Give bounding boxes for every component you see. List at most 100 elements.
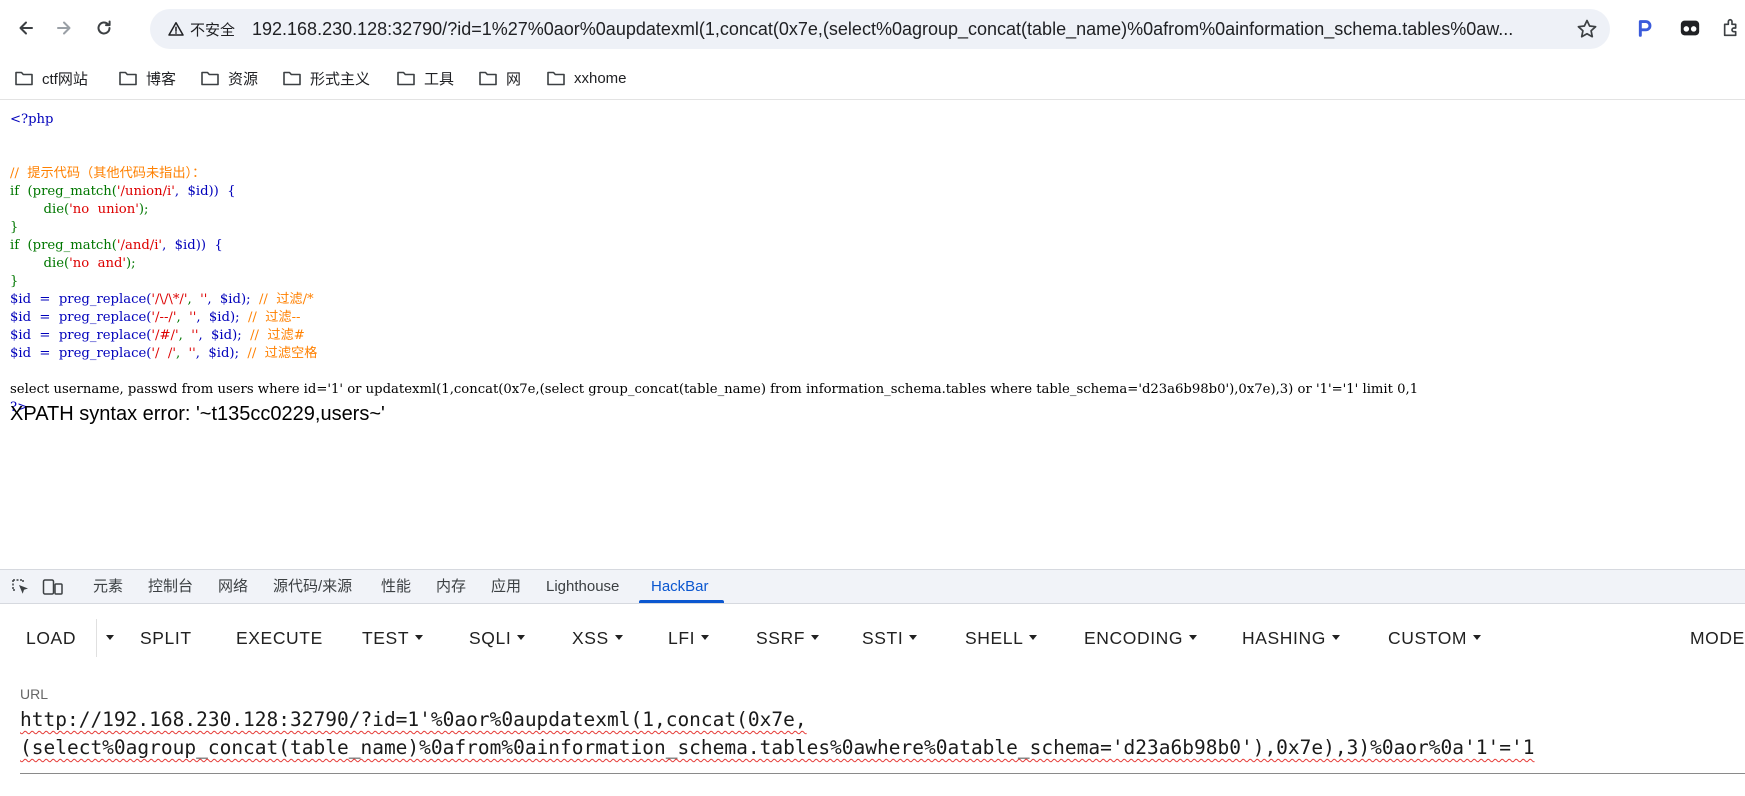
- folder-icon: [119, 71, 137, 86]
- lfi-label: LFI: [668, 628, 696, 648]
- active-tab-indicator: [639, 600, 724, 603]
- tab-elements[interactable]: 元素: [93, 570, 123, 604]
- ssrf-label: SSRF: [756, 628, 806, 648]
- address-text[interactable]: 192.168.230.128:32790/?id=1%27%0aor%0aup…: [252, 9, 1542, 49]
- shell-menu[interactable]: SHELL: [965, 625, 1038, 651]
- code-replace: $id = preg_replace(: [10, 292, 152, 307]
- extension-glasses-icon[interactable]: [1678, 16, 1702, 40]
- bookmark-folder[interactable]: 网: [478, 66, 521, 90]
- address-bar[interactable]: 不安全 192.168.230.128:32790/?id=1%27%0aor%…: [150, 9, 1610, 49]
- folder-icon: [547, 71, 565, 86]
- reload-button[interactable]: [86, 10, 122, 46]
- load-options-dropdown[interactable]: [100, 625, 114, 651]
- execute-button[interactable]: EXECUTE: [236, 625, 323, 651]
- tab-lighthouse[interactable]: Lighthouse: [546, 570, 619, 604]
- code-vars: , $id);: [195, 346, 248, 361]
- caret-down-icon: [1331, 634, 1340, 640]
- encoding-menu[interactable]: ENCODING: [1084, 625, 1198, 651]
- lfi-menu[interactable]: LFI: [668, 625, 710, 651]
- xss-label: XSS: [572, 628, 609, 648]
- code-replace: $id = preg_replace(: [10, 328, 152, 343]
- code-replace: $id = preg_replace(: [10, 346, 152, 361]
- folder-icon: [479, 71, 497, 86]
- inspect-element-icon[interactable]: [10, 577, 32, 597]
- execute-label: EXECUTE: [236, 628, 323, 648]
- code-replace: $id = preg_replace(: [10, 310, 152, 325]
- code-comment: // 过滤#: [250, 328, 305, 343]
- code-punct: ,: [175, 346, 189, 361]
- bookmark-star-icon[interactable]: [1576, 18, 1598, 40]
- device-toolbar-icon[interactable]: [42, 577, 64, 597]
- bookmark-label: ctf网站: [42, 70, 88, 88]
- test-menu[interactable]: TEST: [362, 625, 424, 651]
- back-button[interactable]: [8, 10, 44, 46]
- extension-p-icon[interactable]: [1632, 16, 1656, 40]
- tab-network[interactable]: 网络: [218, 570, 248, 604]
- code-brace: }: [10, 220, 19, 235]
- bookmark-label: xxhome: [574, 69, 627, 87]
- caret-down-icon: [415, 634, 424, 640]
- load-split-divider: [96, 619, 97, 657]
- caret-down-icon: [517, 634, 526, 640]
- forward-button[interactable]: [46, 10, 82, 46]
- bookmark-folder[interactable]: 博客: [118, 66, 176, 90]
- custom-menu[interactable]: CUSTOM: [1388, 625, 1482, 651]
- tab-hackbar[interactable]: HackBar: [651, 570, 709, 604]
- bookmark-label: 工具: [424, 70, 455, 88]
- bookmark-label: 网: [506, 70, 522, 88]
- bookmark-folder[interactable]: xxhome: [546, 66, 627, 90]
- xss-menu[interactable]: XSS: [572, 625, 623, 651]
- code-comment: // 过滤--: [247, 310, 301, 325]
- code-vars: , $id);: [198, 328, 251, 343]
- folder-icon: [397, 71, 415, 86]
- sqli-menu[interactable]: SQLI: [469, 625, 526, 651]
- code-if: if (preg_match(: [10, 184, 117, 199]
- code-string: '': [188, 346, 196, 361]
- bookmark-folder[interactable]: ctf网站: [14, 66, 88, 90]
- code-die: die(: [43, 202, 70, 217]
- caret-down-icon: [1189, 634, 1198, 640]
- load-button[interactable]: LOAD: [26, 625, 76, 651]
- code-punct: );: [138, 202, 149, 217]
- caret-down-icon: [811, 634, 820, 640]
- xpath-error-output: XPATH syntax error: '~t135cc0229,users~': [10, 403, 385, 425]
- code-string: '/#/': [151, 328, 179, 343]
- bookmark-folder[interactable]: 形式主义: [282, 66, 370, 90]
- page-content: <?php // 提示代码（其他代码未指出）： if (preg_match('…: [0, 101, 1745, 569]
- extensions-puzzle-icon[interactable]: [1720, 16, 1744, 40]
- ssrf-menu[interactable]: SSRF: [756, 625, 820, 651]
- caret-down-icon: [614, 634, 623, 640]
- bookmark-folder[interactable]: 资源: [200, 66, 258, 90]
- php-open-tag: <?php: [10, 112, 54, 127]
- mode-menu[interactable]: MODE: [1690, 625, 1745, 651]
- devtools-panel: 元素 控制台 网络 源代码/来源 性能 内存 应用 Lighthouse Hac…: [0, 569, 1745, 796]
- hashing-menu[interactable]: HASHING: [1242, 625, 1340, 651]
- tab-application[interactable]: 应用: [491, 570, 521, 604]
- security-indicator[interactable]: 不安全: [160, 15, 245, 43]
- code-string: 'no and': [69, 256, 127, 271]
- encoding-label: ENCODING: [1084, 628, 1184, 648]
- bookmark-folder[interactable]: 工具: [396, 66, 454, 90]
- hackbar-url-input[interactable]: http://192.168.230.128:32790/?id=1'%0aor…: [20, 706, 1745, 774]
- tab-performance[interactable]: 性能: [381, 570, 411, 604]
- browser-toolbar: 不安全 192.168.230.128:32790/?id=1%27%0aor%…: [0, 0, 1745, 56]
- warning-triangle-icon: [168, 22, 184, 36]
- code-string: '/--/': [151, 310, 177, 325]
- url-line-1: http://192.168.230.128:32790/?id=1'%0aor…: [20, 708, 807, 731]
- tab-sources[interactable]: 源代码/来源: [273, 570, 352, 604]
- code-string: 'no union': [69, 202, 139, 217]
- custom-label: CUSTOM: [1388, 628, 1468, 648]
- code-string: '/union/i': [116, 184, 175, 199]
- split-button[interactable]: SPLIT: [140, 625, 192, 651]
- tab-memory[interactable]: 内存: [436, 570, 466, 604]
- code-if: if (preg_match(: [10, 238, 117, 253]
- shell-label: SHELL: [965, 628, 1024, 648]
- tab-console[interactable]: 控制台: [148, 570, 193, 604]
- devtools-tab-bar: 元素 控制台 网络 源代码/来源 性能 内存 应用 Lighthouse Hac…: [0, 569, 1745, 604]
- arrow-right-icon: [57, 21, 71, 35]
- caret-down-icon: [106, 634, 114, 640]
- ssti-menu[interactable]: SSTI: [862, 625, 918, 651]
- code-die: die(: [43, 256, 70, 271]
- bookmark-label: 资源: [228, 70, 259, 88]
- sqli-label: SQLI: [469, 628, 512, 648]
